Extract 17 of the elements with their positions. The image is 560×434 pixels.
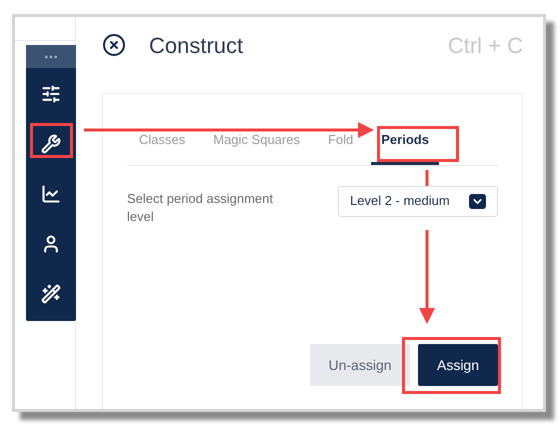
wrench-icon[interactable]: [41, 134, 61, 154]
level-dropdown[interactable]: Level 2 - medium: [338, 186, 498, 216]
highlight-box: [30, 123, 73, 158]
window-title: Construct: [149, 32, 244, 60]
close-icon[interactable]: [102, 33, 126, 57]
tab[interactable]: Magic Squares: [203, 130, 310, 164]
tab[interactable]: Fold: [318, 130, 364, 164]
magic-wand-icon[interactable]: [41, 284, 61, 304]
tab[interactable]: Periods: [371, 130, 439, 164]
user-icon[interactable]: [41, 234, 61, 254]
tab[interactable]: Classes: [129, 130, 196, 164]
assign-button[interactable]: Assign: [418, 344, 498, 386]
field-label: Select period assignment level: [127, 190, 274, 226]
chart-icon[interactable]: [41, 184, 61, 204]
chevron-down-icon: [469, 194, 486, 208]
unassign-button[interactable]: Un-assign: [310, 344, 410, 386]
sliders-icon[interactable]: [41, 84, 61, 104]
